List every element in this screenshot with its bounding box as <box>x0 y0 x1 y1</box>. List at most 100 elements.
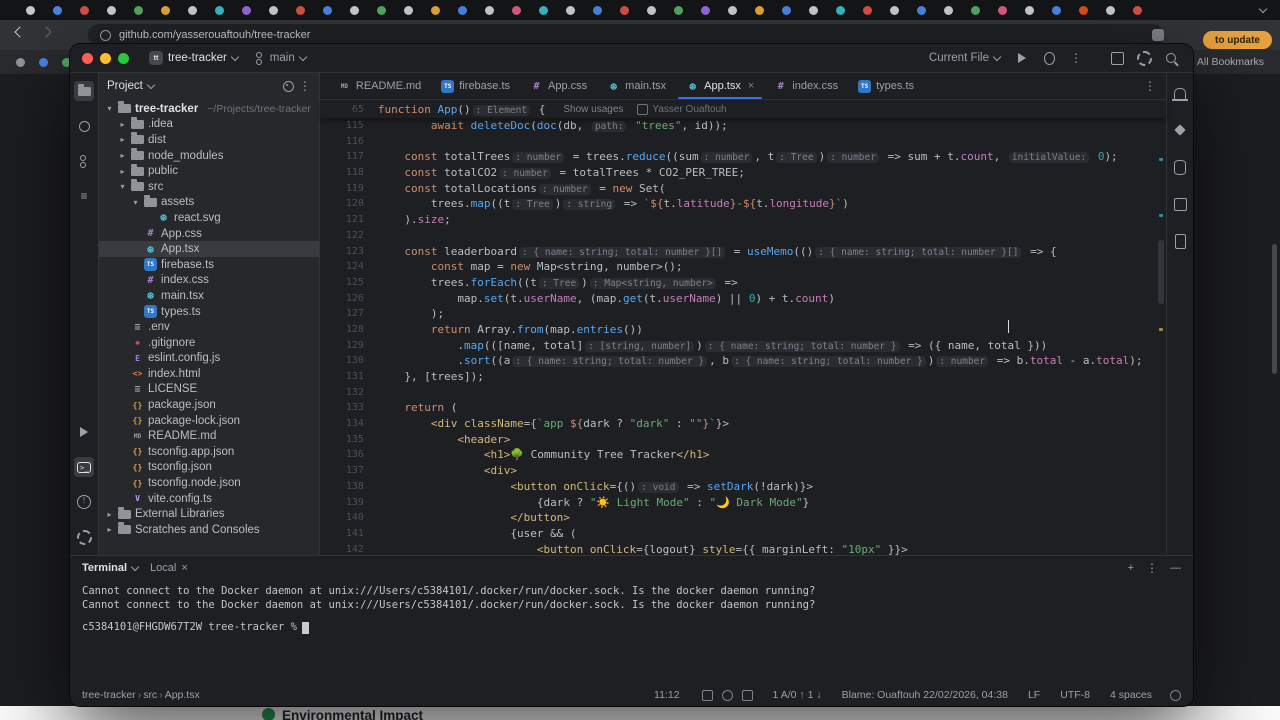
close-tab-icon[interactable]: × <box>748 80 754 92</box>
browser-update-chip[interactable]: to update <box>1203 31 1272 49</box>
browser-tab[interactable] <box>323 5 332 15</box>
terminal-title[interactable]: Terminal <box>82 562 140 574</box>
editor-tab[interactable]: TS types.ts <box>848 73 924 99</box>
browser-tab[interactable] <box>296 5 305 15</box>
close-icon[interactable]: × <box>181 562 187 574</box>
run-tool-button[interactable] <box>74 422 94 442</box>
readonly-lock-icon[interactable] <box>1170 689 1181 701</box>
line-ending[interactable]: LF <box>1028 689 1040 701</box>
close-window-icon[interactable] <box>82 52 93 64</box>
project-tree-item[interactable]: {} tsconfig.node.json <box>99 475 319 491</box>
new-session-icon[interactable]: + <box>1128 562 1134 574</box>
project-tree-item[interactable]: ▸ External Libraries <box>99 506 319 522</box>
browser-tab[interactable] <box>80 5 89 15</box>
forward-icon[interactable] <box>40 26 52 38</box>
terminal-prompt[interactable]: c5384101@FHGDW67T2W tree-tracker % <box>82 621 1181 635</box>
back-icon[interactable] <box>14 26 26 38</box>
notifications-button[interactable] <box>1170 83 1190 103</box>
browser-tab[interactable] <box>539 5 548 15</box>
editor-tab[interactable]: # index.css <box>764 73 848 99</box>
terminal-tab-local[interactable]: Local × <box>150 562 188 574</box>
browser-tab[interactable] <box>215 5 224 15</box>
project-widget[interactable]: tt tree-tracker <box>144 49 243 67</box>
browser-tab[interactable] <box>647 5 656 15</box>
debug-button[interactable] <box>1039 48 1059 68</box>
project-tree-item[interactable]: ▸ dist <box>99 132 319 148</box>
run-config-widget[interactable]: Current File <box>924 50 1005 66</box>
status-widget-icon[interactable] <box>741 689 753 701</box>
bookmark-favicon[interactable] <box>16 57 25 67</box>
zoom-window-icon[interactable] <box>118 52 129 64</box>
chevron-down-icon[interactable] <box>146 80 156 89</box>
more-actions-button[interactable]: ⋮ <box>1066 48 1086 68</box>
structure-tool-button[interactable]: ≡ <box>74 186 94 206</box>
project-tree-item[interactable]: ⊛ main.tsx <box>99 288 319 304</box>
browser-tab[interactable] <box>701 5 710 15</box>
vcs-status[interactable]: 1 A/0 ↑ 1 ↓ <box>773 689 822 701</box>
browser-tab[interactable] <box>269 5 278 15</box>
browser-tab[interactable] <box>620 5 629 15</box>
commit-tool-button[interactable] <box>74 116 94 136</box>
project-tree-item[interactable]: ▾ src <box>99 179 319 195</box>
statusbar-breadcrumbs[interactable]: tree-tracker › src › App.tsx <box>82 689 200 701</box>
terminal-tool-button[interactable]: >_ <box>74 457 94 477</box>
project-tree-item[interactable]: {} tsconfig.app.json <box>99 444 319 460</box>
browser-tab[interactable] <box>242 5 251 15</box>
select-opened-file-icon[interactable] <box>282 80 294 92</box>
project-tree-item[interactable]: TS types.ts <box>99 304 319 320</box>
browser-tab[interactable] <box>134 5 143 15</box>
browser-tab[interactable] <box>836 5 845 15</box>
browser-tab[interactable] <box>1133 5 1142 15</box>
file-encoding[interactable]: UTF-8 <box>1060 689 1090 701</box>
browser-tab[interactable] <box>188 5 197 15</box>
editor-tab[interactable]: # App.css <box>520 73 597 99</box>
editor-more-icon[interactable]: ⋮ <box>1144 80 1156 92</box>
browser-tab[interactable] <box>971 5 980 15</box>
code-area[interactable]: 115 await deleteDoc(doc(db, path: "trees… <box>320 118 1166 555</box>
page-scrollbar[interactable] <box>1272 244 1277 374</box>
browser-tab[interactable] <box>1079 5 1088 15</box>
panel-options-icon[interactable]: ⋮ <box>299 80 311 92</box>
project-tree-item[interactable]: {} package-lock.json <box>99 413 319 429</box>
browser-tab[interactable] <box>890 5 899 15</box>
project-tree-item[interactable]: ⊛ App.tsx <box>99 241 319 257</box>
browser-tab[interactable] <box>782 5 791 15</box>
project-tree-item[interactable]: MD README.md <box>99 428 319 444</box>
vcs-branch-widget[interactable]: main <box>250 50 311 67</box>
git-blame[interactable]: Blame: Ouaftouh 22/02/2026, 04:38 <box>842 689 1008 701</box>
problems-tool-button[interactable]: ! <box>74 492 94 512</box>
browser-tab[interactable] <box>377 5 386 15</box>
browser-tab[interactable] <box>458 5 467 15</box>
browser-tab[interactable] <box>566 5 575 15</box>
browser-tab[interactable] <box>755 5 764 15</box>
site-info-icon[interactable] <box>100 29 111 41</box>
project-tree-item[interactable]: ≡ .env <box>99 319 319 335</box>
status-widget-icon[interactable] <box>701 689 713 701</box>
project-tree-item[interactable]: ▸ public <box>99 163 319 179</box>
project-tree-item[interactable]: Vvite.config.ts <box>99 491 319 507</box>
tool-windows-button[interactable] <box>1107 48 1127 68</box>
show-usages-link[interactable]: Show usages <box>563 104 623 115</box>
caret-position[interactable]: 11:12 <box>654 689 680 701</box>
browser-tab[interactable] <box>512 5 521 15</box>
terminal-output[interactable]: Cannot connect to the Docker daemon at u… <box>70 580 1193 684</box>
browser-tab[interactable] <box>53 5 62 15</box>
project-tree-item[interactable]: {} package.json <box>99 397 319 413</box>
hide-panel-icon[interactable]: — <box>1170 562 1181 574</box>
minimize-window-icon[interactable] <box>100 52 111 64</box>
ai-assistant-button[interactable] <box>1170 120 1190 140</box>
project-tree-item[interactable]: ▸ node_modules <box>99 148 319 164</box>
browser-tab[interactable] <box>728 5 737 15</box>
browser-tab[interactable] <box>998 5 1007 15</box>
project-tree-item[interactable]: # App.css <box>99 226 319 242</box>
device-manager-button[interactable] <box>1170 231 1190 251</box>
services-tool-button[interactable] <box>74 527 94 547</box>
project-tool-button[interactable] <box>74 81 94 101</box>
project-tree-item[interactable]: TS firebase.ts <box>99 257 319 273</box>
project-tree-item[interactable]: ▸ Scratches and Consoles <box>99 522 319 538</box>
tab-search-icon[interactable] <box>1258 4 1268 13</box>
dependencies-button[interactable] <box>1170 194 1190 214</box>
browser-tab[interactable] <box>350 5 359 15</box>
browser-tab[interactable] <box>1106 5 1115 15</box>
sticky-context-line[interactable]: 65 function App(): Element { Show usages… <box>319 100 1166 118</box>
